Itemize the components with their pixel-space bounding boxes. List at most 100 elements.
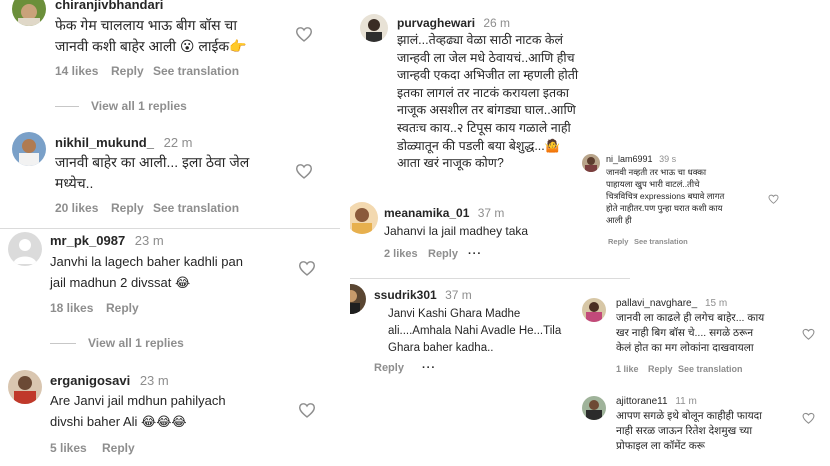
comment-username[interactable]: chiranjivbhandari xyxy=(55,0,163,12)
comment-item: chiranjivbhandari फेक गेम चाललाय भाऊ बीग… xyxy=(0,0,340,85)
comment-actions: 18 likes Reply xyxy=(50,301,139,315)
heart-outline-icon[interactable] xyxy=(802,328,815,340)
comment-time: 39 s xyxy=(659,154,677,164)
comment-text: Jahanvi la jail madhey taka xyxy=(384,224,529,238)
avatar[interactable] xyxy=(8,370,42,404)
username-label[interactable]: ajittorane11 xyxy=(616,396,668,407)
heart-outline-icon[interactable] xyxy=(295,163,313,179)
more-dots-icon[interactable]: ··· xyxy=(422,362,436,374)
comment-actions: 1 like Reply See translation xyxy=(616,364,743,374)
comment-username[interactable]: ajittorane11 11 m xyxy=(616,396,697,407)
comment-actions: 2 likes Reply ··· xyxy=(384,248,482,260)
likes-count[interactable]: 2 likes xyxy=(384,248,428,260)
likes-count[interactable]: 20 likes xyxy=(55,201,111,215)
comment-time: 23 m xyxy=(139,373,169,388)
comment-actions: 20 likes Reply See translation xyxy=(55,201,239,215)
reply-button[interactable]: Reply xyxy=(102,441,135,455)
comment-username[interactable]: ssudrik301 37 m xyxy=(374,288,472,302)
username-label[interactable]: meanamika_01 xyxy=(384,206,469,220)
comment-time: 26 m xyxy=(483,16,511,30)
username-label[interactable]: ssudrik301 xyxy=(374,288,437,302)
comment-actions: Reply ··· xyxy=(374,362,436,374)
reply-button[interactable]: Reply xyxy=(428,248,468,260)
comment-time: 37 m xyxy=(445,288,472,302)
comment-username[interactable]: mr_pk_0987 23 m xyxy=(50,233,164,248)
see-translation-link[interactable]: See translation xyxy=(634,237,688,246)
comment-actions: 5 likes Reply xyxy=(50,441,135,455)
comment-card-pallavi: pallavi_navghare_ 15 m जानवी ला काढले ही… xyxy=(574,292,830,466)
see-translation-link[interactable]: See translation xyxy=(678,364,743,374)
likes-count[interactable]: 1 like xyxy=(616,364,648,374)
reply-button[interactable]: Reply xyxy=(111,64,153,78)
likes-count[interactable]: 14 likes xyxy=(55,64,111,78)
comment-text: जानवी बाहेर का आली... इला ठेवा जेल मध्ये… xyxy=(55,154,250,191)
comment-item: ni_lam6991 39 s जानवी नव्हती तर भाऊ चा ध… xyxy=(578,150,786,250)
comment-text: जानवी नव्हती तर भाऊ चा धक्का पाहायला खुप… xyxy=(606,167,725,225)
username-label[interactable]: pallavi_navghare_ xyxy=(616,298,697,309)
comment-time: 37 m xyxy=(477,206,505,220)
reply-button[interactable]: Reply xyxy=(648,364,678,374)
divider xyxy=(55,105,79,107)
username-label[interactable]: nikhil_mukund_ xyxy=(55,135,154,150)
avatar[interactable] xyxy=(360,14,388,42)
avatar[interactable] xyxy=(12,0,46,26)
heart-outline-icon[interactable] xyxy=(768,194,779,204)
comment-text: आपण सगळे इथे बोलून काहीही फायदा नाही सरळ… xyxy=(616,410,762,452)
comment-username[interactable]: meanamika_01 37 m xyxy=(384,206,504,220)
username-label[interactable]: erganigosavi xyxy=(50,373,130,388)
comment-card-ni-lam: ni_lam6991 39 s जानवी नव्हती तर भाऊ चा ध… xyxy=(578,150,786,250)
comment-time: 23 m xyxy=(134,233,164,248)
username-label[interactable]: mr_pk_0987 xyxy=(50,233,125,248)
comment-text: Are Janvi jail mdhun pahilyach divshi ba… xyxy=(50,393,226,429)
comment-item: nikhil_mukund_ 22 m जानवी बाहेर का आली..… xyxy=(0,130,340,225)
comment-time: 15 m xyxy=(704,298,728,309)
comment-item: pallavi_navghare_ 15 m जानवी ला काढले ही… xyxy=(574,292,830,384)
avatar[interactable] xyxy=(582,396,606,420)
avatar[interactable] xyxy=(582,298,606,322)
view-replies-label[interactable]: View all 1 replies xyxy=(88,336,184,350)
view-replies-label[interactable]: View all 1 replies xyxy=(91,99,187,113)
comment-username[interactable]: erganigosavi 23 m xyxy=(50,373,169,388)
avatar[interactable] xyxy=(8,232,42,266)
avatar[interactable] xyxy=(12,132,46,166)
heart-outline-icon[interactable] xyxy=(298,402,316,418)
view-replies-link[interactable]: View all 1 replies xyxy=(55,99,187,113)
more-dots-icon[interactable]: ··· xyxy=(468,248,482,260)
view-replies-link[interactable]: View all 1 replies xyxy=(50,336,184,350)
reply-button[interactable]: Reply xyxy=(608,237,634,246)
comment-username[interactable]: ni_lam6991 39 s xyxy=(606,154,676,164)
comment-username[interactable]: nikhil_mukund_ 22 m xyxy=(55,135,193,150)
comment-time: 11 m xyxy=(675,396,697,407)
comment-actions: 14 likes Reply See translation xyxy=(55,64,239,78)
username-label[interactable]: ni_lam6991 xyxy=(606,154,653,164)
reply-button[interactable]: Reply xyxy=(106,301,139,315)
comment-text: जानवी ला काढले ही लगेच बाहेर... काय खर न… xyxy=(616,312,765,354)
avatar[interactable] xyxy=(582,154,600,172)
divider xyxy=(350,278,630,279)
username-label[interactable]: purvaghewari xyxy=(397,16,475,30)
comment-item: ajittorane11 11 m आपण सगळे इथे बोलून काह… xyxy=(574,390,830,466)
comment-username[interactable]: purvaghewari 26 m xyxy=(397,16,510,30)
reply-button[interactable]: Reply xyxy=(374,362,422,374)
comment-item: mr_pk_0987 23 m Janvhi la lagech baher k… xyxy=(0,230,340,320)
avatar[interactable] xyxy=(350,284,366,314)
comment-username[interactable]: pallavi_navghare_ 15 m xyxy=(616,298,727,309)
likes-count[interactable]: 5 likes xyxy=(50,441,102,455)
likes-count[interactable]: 18 likes xyxy=(50,301,106,315)
see-translation-link[interactable]: See translation xyxy=(153,64,239,78)
divider xyxy=(0,228,340,229)
comment-time: 22 m xyxy=(163,135,193,150)
comment-text: Janvhi la lagech baher kadhli pan jail m… xyxy=(50,254,243,290)
avatar[interactable] xyxy=(350,202,378,234)
comments-panel-left: chiranjivbhandari फेक गेम चाललाय भाऊ बीग… xyxy=(0,0,340,466)
reply-button[interactable]: Reply xyxy=(111,201,153,215)
heart-outline-icon[interactable] xyxy=(295,26,313,42)
comment-actions: Reply See translation xyxy=(608,237,688,246)
comment-text: झालं...तेव्हढ्या वेळा साठी नाटक केलं जान… xyxy=(397,33,579,171)
divider xyxy=(50,342,76,344)
comment-text: Janvi Kashi Ghara Madhe ali....Amhala Na… xyxy=(388,308,562,354)
comment-text: फेक गेम चाललाय भाऊ बीग बॉस चा जानवी कशी … xyxy=(55,17,247,54)
heart-outline-icon[interactable] xyxy=(802,412,815,424)
heart-outline-icon[interactable] xyxy=(298,260,316,276)
see-translation-link[interactable]: See translation xyxy=(153,201,239,215)
